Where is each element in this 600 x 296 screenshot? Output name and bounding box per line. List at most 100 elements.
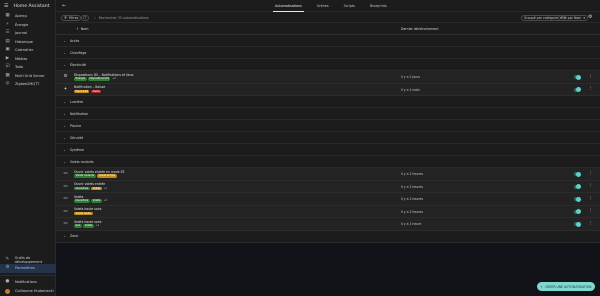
sidebar-item-aper-u[interactable]: ▦ Aperçu	[0, 12, 55, 21]
media-icon: ▶	[5, 55, 10, 61]
automation-name: Volets haute soirs	[74, 219, 102, 224]
enable-toggle[interactable]	[574, 171, 581, 177]
group-header[interactable]: ⌄ Système	[56, 144, 600, 156]
chevron-down-icon: ⌄	[63, 147, 67, 152]
chevron-down-icon: ⌄	[63, 159, 67, 164]
more-labels-count: +1	[103, 186, 108, 190]
tab-bar: Automatisations Scènes Scripts Blueprints	[273, 0, 389, 12]
sidebar-item-m-dias[interactable]: ▶ Médias	[0, 55, 55, 64]
sidebar-bottom: ✎ Outils de développement ⚙ Paramètres ● No…	[0, 256, 56, 296]
chevron-down-icon: ⌄	[63, 62, 67, 67]
chevron-down-icon: ⌄	[63, 111, 67, 116]
sidebar-item-param-tres[interactable]: ⚙ Paramètres	[0, 264, 56, 273]
sidebar-item-label: Aperçu	[15, 14, 28, 19]
enable-toggle[interactable]	[574, 87, 581, 92]
automation-row[interactable]: ▭ Volets haute soirs Volets haute Il y a 2 …	[56, 205, 600, 218]
group-label: Volets roulants	[70, 159, 94, 164]
enable-toggle[interactable]	[574, 221, 581, 227]
chart-icon: ▤	[5, 38, 10, 44]
view-dashboard-icon: ▦	[5, 13, 10, 18]
sort-by-button[interactable]: Trié par Nom ▾	[558, 14, 588, 21]
overflow-menu-icon[interactable]: ⋮	[588, 171, 592, 176]
create-automation-button[interactable]: + CRÉER UNE AUTOMATISATION	[537, 282, 595, 291]
sidebar-item-label: Énergie	[15, 22, 29, 27]
sidebar-item-label: Paramètres	[15, 266, 35, 271]
sidebar-item-todo[interactable]: ☑ Todo	[0, 63, 55, 72]
automation-name: Ouvrir volets entrée en mode ES	[74, 169, 125, 174]
overflow-menu-icon[interactable]: ⋮	[588, 183, 592, 188]
automation-row[interactable]: ✦ Notification – Baisse Électricité Alerte I…	[56, 83, 600, 96]
sidebar-item-journal[interactable]: ☰ Journal	[0, 29, 55, 38]
tab-blueprints[interactable]: Blueprints	[368, 0, 389, 12]
automation-row[interactable]: ▭ Volets haute soirs Soir Volets +2 Il y a 1 …	[56, 218, 600, 231]
sidebar-item-label: Todo	[15, 65, 24, 70]
select-mode-button[interactable]: ☐	[81, 14, 89, 21]
tab-scènes[interactable]: Scènes	[315, 0, 331, 12]
sidebar-item-historique[interactable]: ▤ Historique	[0, 38, 55, 47]
group-label: Zone	[70, 234, 79, 238]
overflow-menu-icon[interactable]: ⋮	[588, 208, 592, 213]
sidebar-item-outils-de-d-veloppement[interactable]: ✎ Outils de développement	[0, 256, 56, 265]
back-arrow-icon[interactable]: ←	[62, 3, 66, 9]
group-header[interactable]: ⌄ Zone	[56, 230, 600, 243]
journal-icon: ☰	[5, 30, 10, 35]
sidebar-item-calendrier[interactable]: ▣ Calendrier	[0, 46, 55, 55]
last-triggered: Il y a 1 mois	[401, 87, 420, 92]
automation-name: Ouvrir volets entrée	[74, 182, 105, 186]
last-triggered: Il y a 1 heure	[401, 222, 422, 226]
group-header[interactable]: ⌄ Accès	[56, 35, 600, 47]
sidebar-item--nergie[interactable]: ⚡ Énergie	[0, 21, 55, 30]
last-triggered: Il y a 2 heures	[401, 209, 423, 214]
automation-row[interactable]: ⚙ Dispositions DS – Notifications et lieu…	[56, 71, 600, 84]
group-header[interactable]: ⌄ Sécurité	[56, 132, 600, 144]
settings-icon[interactable]: ⚙	[588, 14, 592, 20]
window-shutter-icon: ▭	[63, 221, 68, 226]
overflow-menu-icon[interactable]: ⋮	[588, 86, 592, 91]
name-column-header[interactable]: ↑ Nom	[76, 27, 88, 31]
filters-button[interactable]: ⧩ Filtres	[61, 14, 82, 21]
sidebar-item-notifications[interactable]: ● Notifications	[0, 278, 56, 287]
overflow-menu-icon[interactable]: ⋮	[588, 196, 592, 201]
calendar-icon: ▣	[5, 47, 10, 52]
chevron-down-icon: ⌄	[63, 135, 67, 140]
automation-row[interactable]: ▭ Ouvrir volets entrée en mode ES Volets r…	[56, 168, 600, 181]
tab-automatisations[interactable]: Automatisations	[273, 0, 304, 12]
group-header[interactable]: ⌄ Notification	[56, 108, 600, 120]
search-box[interactable]: ⌕ Rechercher 35 automatisations	[92, 15, 562, 21]
enable-toggle[interactable]	[574, 184, 581, 189]
group-header[interactable]: ⌄ Chauffage	[56, 47, 600, 59]
search-input[interactable]: Rechercher 35 automatisations	[99, 16, 149, 20]
sidebar-item-user[interactable]: Guillaume Hudomecki	[0, 286, 56, 296]
group-header[interactable]: ⌄ Lumière	[56, 96, 600, 108]
name-header-label: Nom	[80, 27, 89, 31]
automation-name: Volets	[74, 194, 84, 199]
group-label: Sécurité	[70, 135, 84, 140]
sidebar-item-label: Journal	[15, 31, 28, 36]
sort-by-label: Trié par Nom	[561, 15, 582, 20]
automation-row[interactable]: ▭ Volets Ouverture Volets +2 Il y a 2 heures ⋮	[56, 193, 600, 206]
automation-row[interactable]: ▭ Ouvrir volets entrée Ouverture Volets +1 Il…	[56, 180, 600, 193]
filters-label: Filtres	[68, 15, 79, 20]
enable-toggle[interactable]	[574, 209, 581, 214]
enable-toggle[interactable]	[574, 196, 581, 202]
sidebar-item-zigbee2mqtt[interactable]: ◎ Zigbee2MQTT	[0, 80, 55, 89]
overflow-menu-icon[interactable]: ⋮	[588, 74, 592, 79]
sidebar-item-multi-grid-server[interactable]: ▩ Multi Grid Server	[0, 72, 55, 81]
last-triggered-column-header[interactable]: Dernier déclenchement	[401, 27, 439, 31]
label-chip: Énergie	[74, 77, 87, 81]
tab-scripts[interactable]: Scripts	[342, 0, 357, 12]
enable-toggle[interactable]	[574, 74, 581, 80]
group-header[interactable]: ⌄ Volets roulants	[56, 156, 600, 168]
label-chips: Volets haute	[74, 211, 93, 216]
robot-icon: ⚙	[63, 74, 68, 79]
group-header[interactable]: ⌄ Piscine	[56, 120, 600, 132]
chevron-down-icon: ⌄	[63, 38, 67, 43]
menu-icon[interactable]: ☰	[4, 3, 8, 9]
group-label: Chauffage	[70, 50, 87, 55]
group-header[interactable]: ⌄ Électricité	[56, 59, 600, 71]
sidebar-item-label: Outils de développement	[14, 255, 43, 264]
automation-name: Notification – Baisse	[74, 85, 106, 89]
last-triggered: Il y a 2 heures	[401, 184, 423, 189]
label-chip: Alerte	[90, 89, 102, 94]
overflow-menu-icon[interactable]: ⋮	[588, 221, 592, 226]
